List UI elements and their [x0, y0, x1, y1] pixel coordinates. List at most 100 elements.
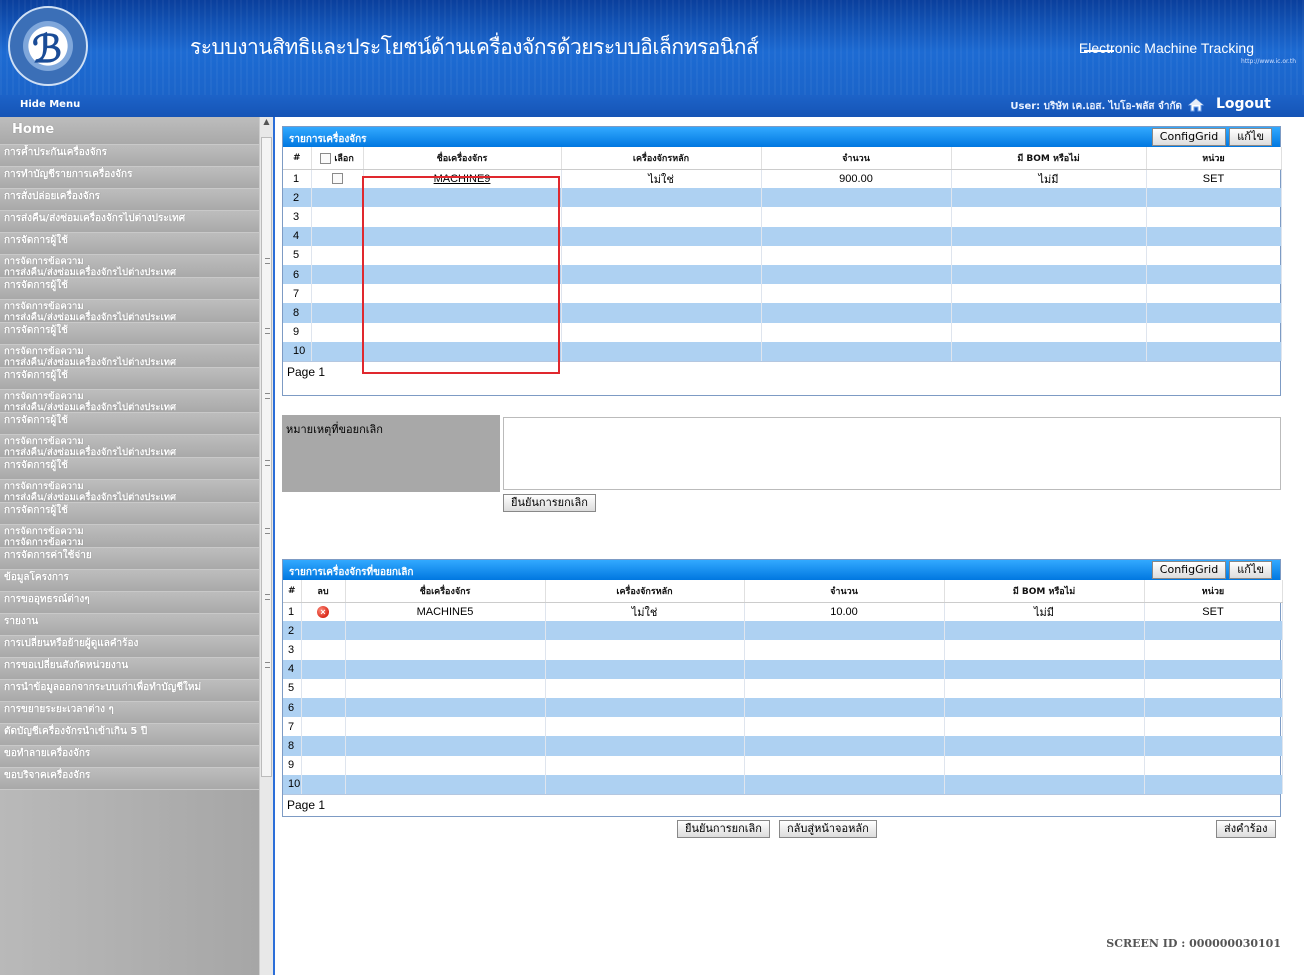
- sidebar-item[interactable]: การจัดการผู้ใช้: [0, 323, 260, 345]
- machine-name-link[interactable]: MACHINE9: [434, 173, 491, 185]
- select-all-checkbox[interactable]: [320, 152, 332, 164]
- sidebar-item-label: การจัดการข้อความ: [4, 391, 84, 402]
- confirm-cancel-button[interactable]: ยืนยันการยกเลิก: [503, 494, 596, 512]
- hide-menu-link[interactable]: Hide Menu: [20, 99, 80, 110]
- table-row: 10: [283, 341, 1282, 361]
- row-number: 2: [283, 621, 302, 641]
- table-row: 8: [283, 736, 1283, 756]
- sidebar-item[interactable]: การจัดการข้อความ การส่งคืน/ส่งซ่อมเครื่อง…: [0, 255, 260, 278]
- sidebar-item[interactable]: การสั่งปล่อยเครื่องจักร: [0, 189, 260, 211]
- table-row: 10: [283, 774, 1283, 794]
- submit-request-button[interactable]: ส่งคำร้อง: [1216, 820, 1276, 838]
- association-logo: ℬ: [8, 6, 88, 86]
- sidebar-item-label: การส่งคืน/ส่งซ่อมเครื่องจักรไปต่างประเทศ: [4, 357, 176, 368]
- sidebar-item[interactable]: การจัดการข้อความ การจัดการข้อความ: [0, 525, 260, 548]
- col-header-number: #: [283, 580, 302, 603]
- app-header: ℬ ระบบงานสิทธิและประโยชน์ด้านเครื่องจักร…: [0, 0, 1304, 95]
- sidebar-item[interactable]: การเปลี่ยนหรือย้ายผู้ดูแลคำร้อง: [0, 636, 260, 658]
- sidebar-item[interactable]: การจัดการข้อความ การส่งคืน/ส่งซ่อมเครื่อง…: [0, 480, 260, 503]
- row-number: 4: [283, 659, 302, 679]
- delete-icon[interactable]: ×: [317, 605, 329, 618]
- sidebar-item[interactable]: การจัดการผู้ใช้: [0, 413, 260, 435]
- table-row: 6: [283, 264, 1282, 285]
- row-checkbox[interactable]: [331, 173, 343, 185]
- sidebar-item[interactable]: การจัดการผู้ใช้: [0, 233, 260, 255]
- table-row[interactable]: 1 MACHINE9 ไม่ใช่ 900.00 ไม่มี SET: [283, 169, 1282, 189]
- table-row[interactable]: 1 × MACHINE5 ไม่ใช่ 10.00 ไม่มี SET: [283, 602, 1283, 622]
- unit-cell: SET: [1146, 169, 1282, 189]
- cancelled-machine-grid: รายการเครื่องจักรที่ขอยกเลิก ConfigGrid …: [282, 559, 1283, 817]
- grip-icon: [265, 594, 270, 600]
- sidebar-item[interactable]: การจัดการข้อความ การส่งคืน/ส่งซ่อมเครื่อง…: [0, 300, 260, 323]
- table-row: 2: [283, 621, 1283, 641]
- sidebar-item[interactable]: ข้อมูลโครงการ: [0, 570, 260, 592]
- sidebar-item-label: การส่งคืน/ส่งซ่อมเครื่องจักรไปต่างประเทศ: [4, 447, 176, 458]
- unit-cell: SET: [1144, 602, 1283, 622]
- col-header-number: #: [283, 147, 312, 170]
- machine-name-cell: MACHINE5: [345, 602, 546, 622]
- row-select-cell: [311, 169, 364, 189]
- row-number: 10: [283, 341, 312, 361]
- pager[interactable]: Page 1: [283, 793, 1280, 815]
- sidebar-item[interactable]: การจัดการข้อความ การส่งคืน/ส่งซ่อมเครื่อง…: [0, 345, 260, 368]
- cancel-reason-input[interactable]: [503, 417, 1281, 490]
- logout-link[interactable]: Logout: [1216, 96, 1271, 112]
- sidebar-item[interactable]: รายงาน: [0, 614, 260, 636]
- quantity-cell: 900.00: [761, 169, 952, 189]
- content-divider: [273, 117, 275, 975]
- scroll-up-icon[interactable]: ▲: [260, 117, 273, 131]
- pager[interactable]: Page 1: [283, 360, 1280, 382]
- row-delete-cell: ×: [301, 602, 346, 622]
- sidebar-item-label: การจัดการข้อความ: [4, 526, 84, 537]
- table-row: 6: [283, 697, 1283, 718]
- edit-button[interactable]: แก้ไข: [1229, 561, 1272, 579]
- sidebar-item[interactable]: การค้ำประกันเครื่องจักร: [0, 145, 260, 167]
- sidebar-item[interactable]: การขออุทธรณ์ต่างๆ: [0, 592, 260, 614]
- sidebar-item[interactable]: การทำบัญชีรายการเครื่องจักร: [0, 167, 260, 189]
- sidebar-item[interactable]: การส่งคืน/ส่งซ่อมเครื่องจักรไปต่างประเทศ: [0, 211, 260, 233]
- sidebar-item-label: การจัดการข้อความ: [4, 346, 84, 357]
- sidebar-item[interactable]: การจัดการค่าใช้จ่าย: [0, 548, 260, 570]
- sidebar-item[interactable]: การขอเปลี่ยนสังกัดหน่วยงาน: [0, 658, 260, 680]
- sidebar-item[interactable]: การจัดการผู้ใช้: [0, 368, 260, 390]
- cancel-reason-label: หมายเหตุที่ขอยกเลิก: [282, 415, 500, 492]
- cancelled-machine-table: # ลบ ชื่อเครื่องจักร เครื่องจักรหลัก จำน…: [283, 580, 1283, 794]
- sidebar-item[interactable]: การจัดการข้อความ การส่งคืน/ส่งซ่อมเครื่อง…: [0, 435, 260, 458]
- config-grid-button[interactable]: ConfigGrid: [1151, 128, 1227, 146]
- user-label: User: บริษัท เค.เอส. ไบโอ-พลัส จำกัด: [1010, 101, 1182, 112]
- machine-grid: รายการเครื่องจักร ConfigGrid แก้ไข # เลื…: [282, 126, 1282, 396]
- sidebar-item[interactable]: การจัดการผู้ใช้: [0, 458, 260, 480]
- row-number: 8: [283, 303, 312, 323]
- col-header-label: เลือก: [334, 153, 354, 164]
- config-grid-button[interactable]: ConfigGrid: [1151, 561, 1227, 579]
- edit-button[interactable]: แก้ไข: [1229, 128, 1272, 146]
- col-header-bom: มี BOM หรือไม่: [944, 580, 1145, 603]
- sidebar-item[interactable]: ขอทำลายเครื่องจักร: [0, 746, 260, 768]
- cancel-reason-block: หมายเหตุที่ขอยกเลิก: [282, 415, 1281, 492]
- confirm-cancel-button[interactable]: ยืนยันการยกเลิก: [677, 820, 770, 838]
- sidebar-item[interactable]: การจัดการข้อความ การส่งคืน/ส่งซ่อมเครื่อง…: [0, 390, 260, 413]
- sidebar-item[interactable]: การจัดการผู้ใช้: [0, 503, 260, 525]
- sidebar-item[interactable]: การขยายระยะเวลาต่าง ๆ: [0, 702, 260, 724]
- home-icon[interactable]: [1188, 98, 1204, 112]
- row-number: 7: [283, 717, 302, 737]
- sidebar-item[interactable]: ตัดบัญชีเครื่องจักรนำเข้าเกิน 5 ปี: [0, 724, 260, 746]
- sidebar-item[interactable]: การนำข้อมูลออกจากระบบเก่าเพื่อทำบัญชีใหม…: [0, 680, 260, 702]
- logo-mark-icon: ℬ: [32, 26, 62, 71]
- col-header-bom: มี BOM หรือไม่: [951, 147, 1147, 170]
- sidebar-item[interactable]: การจัดการผู้ใช้: [0, 278, 260, 300]
- row-number: 1: [283, 602, 302, 622]
- col-header-name: ชื่อเครื่องจักร: [345, 580, 546, 603]
- row-number: 6: [283, 264, 312, 285]
- sidebar-scrollbar[interactable]: ▲: [259, 117, 273, 975]
- screen-id: SCREEN ID : 000000030101: [1106, 937, 1281, 950]
- grip-icon: [265, 393, 270, 399]
- table-row: 5: [283, 678, 1283, 698]
- back-to-main-button[interactable]: กลับสู่หน้าจอหลัก: [779, 820, 877, 838]
- sidebar-item[interactable]: ขอบริจาคเครื่องจักร: [0, 768, 260, 790]
- sidebar-item-home[interactable]: Home: [0, 117, 260, 145]
- table-row: 3: [283, 640, 1283, 660]
- row-number: 5: [283, 678, 302, 698]
- scrollbar-thumb[interactable]: [261, 137, 272, 777]
- table-row: 8: [283, 303, 1282, 323]
